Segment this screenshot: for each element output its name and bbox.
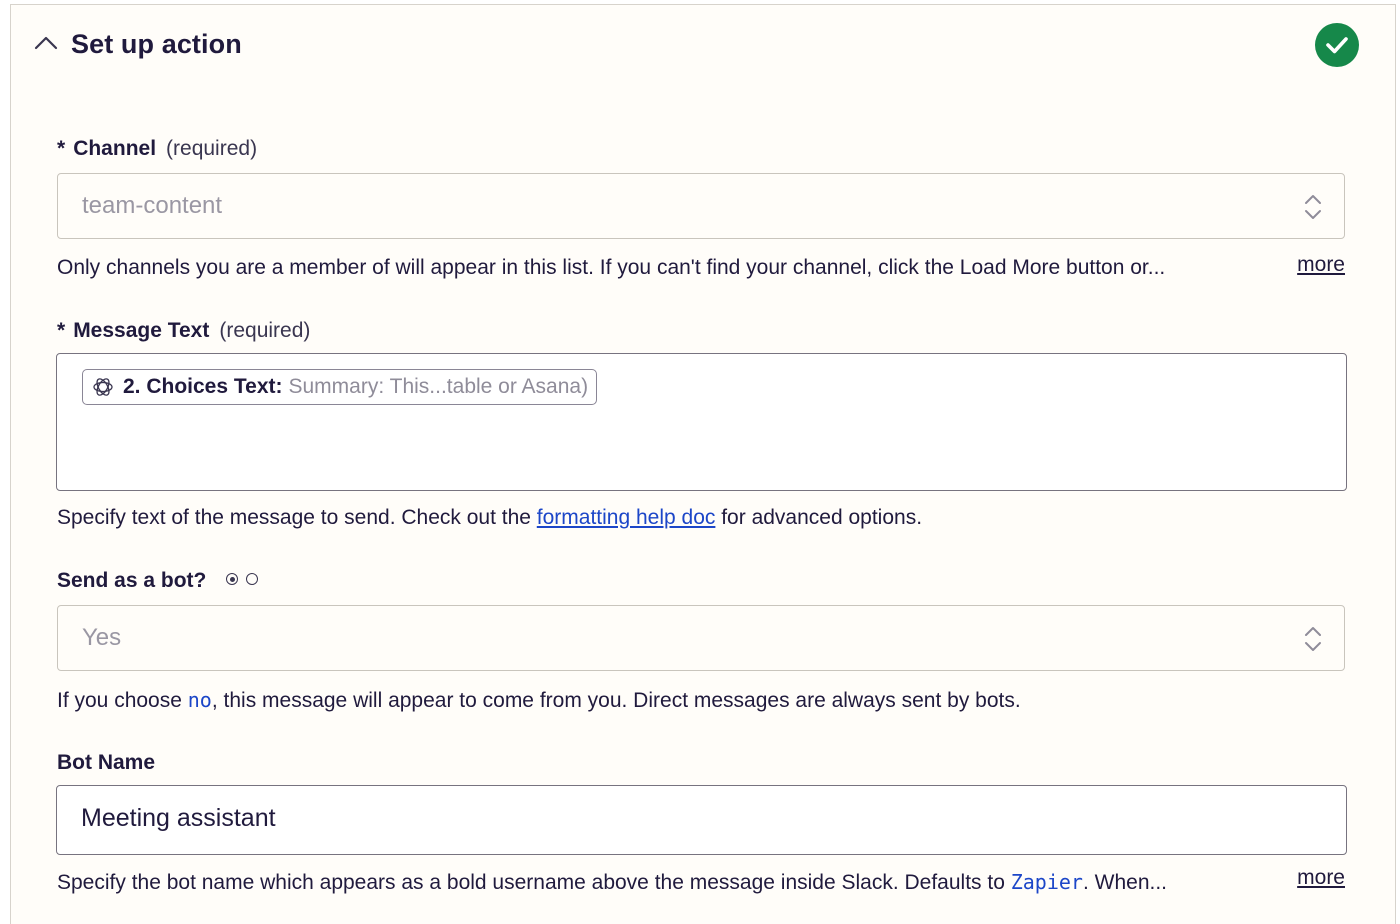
section-header[interactable]: Set up action [11,5,1395,89]
message-label: * Message Text (required) [57,319,310,343]
bot-name-label: Bot Name [57,751,156,774]
channel-value: team-content [82,192,223,219]
channel-label: * Channel (required) [57,137,257,161]
radio-unselected[interactable] [246,573,259,586]
formatting-help-link[interactable]: formatting help doc [537,506,716,529]
section-title: Set up action [71,29,242,59]
help-text: Specify text of the message to send. Che… [57,506,537,529]
bot-name-help: Specify the bot name which appears as a … [57,870,1167,895]
channel-select[interactable]: team-content [57,173,1345,239]
message-text-field[interactable]: 2. Choices Text: Summary: This...table o… [56,353,1347,491]
message-label-text: Message Text [73,319,210,342]
pill-label: 2. Choices Text: [123,375,283,398]
required-text: (required) [166,137,258,160]
help-text: for advanced options. [715,506,923,529]
help-text: Specify the bot name which appears as a … [57,871,1011,894]
openai-icon [93,378,113,396]
setup-action-panel: Set up action * Channel (required) team-co… [10,4,1396,924]
radio-selected[interactable] [226,573,239,586]
channel-more-link[interactable]: more [1297,253,1345,277]
message-help: Specify text of the message to send. Che… [57,506,922,530]
send-as-bot-value: Yes [82,624,122,651]
required-asterisk: * [57,137,66,160]
check-circle-icon [1315,23,1359,67]
send-as-bot-label-text: Send as a bot? [57,569,207,592]
send-as-bot-select[interactable]: Yes [57,605,1345,671]
chevron-updown-icon [1305,627,1321,651]
required-asterisk: * [57,319,66,342]
mapped-field-pill[interactable]: 2. Choices Text: Summary: This...table o… [82,369,598,405]
chevron-updown-icon [1305,195,1321,219]
channel-help: Only channels you are a member of will a… [57,256,1166,279]
help-text: . When... [1082,871,1167,894]
channel-label-text: Channel [73,137,157,160]
field-mode-toggle[interactable] [226,573,259,586]
bot-name-input[interactable]: Meeting assistant [56,785,1347,855]
required-text: (required) [219,319,311,342]
pill-value: Summary: This...table or Asana) [288,375,589,398]
help-text: If you choose [57,689,188,712]
code-text: Zapier [1010,870,1083,894]
send-as-bot-help: If you choose no, this message will appe… [57,688,1021,713]
help-text: , this message will appear to come from … [211,689,1021,712]
bot-name-value: Meeting assistant [81,804,276,832]
send-as-bot-label: Send as a bot? [57,569,259,593]
code-text: no [187,688,212,712]
chevron-up-icon[interactable] [33,33,59,53]
bot-name-more-link[interactable]: more [1297,866,1345,890]
